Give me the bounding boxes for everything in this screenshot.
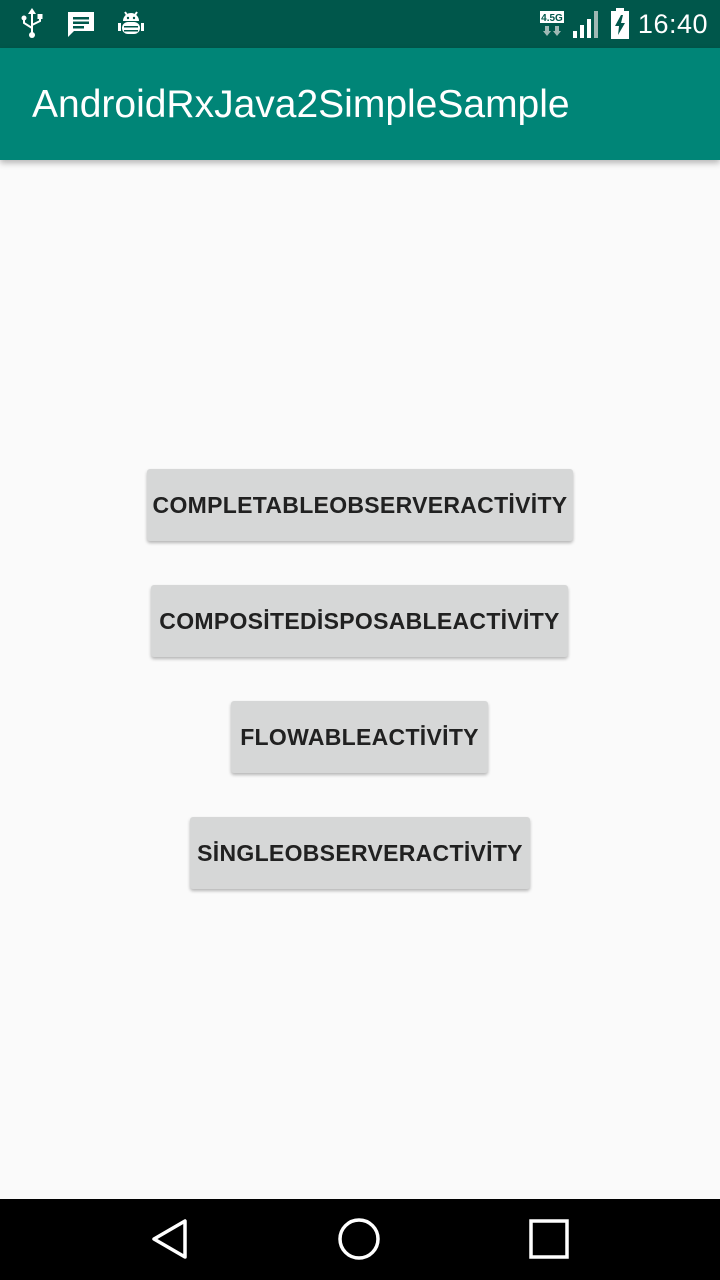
- network-type-label: 4.5G: [541, 13, 563, 24]
- completable-observer-activity-button[interactable]: COMPLETABLEOBSERVERACTİVİTY: [147, 469, 573, 541]
- status-bar: 4.5G 16:40: [0, 0, 720, 48]
- recents-button[interactable]: [525, 1215, 573, 1263]
- android-debug-icon: [118, 9, 144, 39]
- message-icon: [66, 10, 96, 38]
- status-icons-left: [20, 8, 144, 40]
- network-type-icon: 4.5G: [539, 9, 564, 39]
- single-observer-activity-button[interactable]: SİNGLEOBSERVERACTİVİTY: [190, 817, 530, 889]
- flowable-activity-button[interactable]: FLOWABLEACTİVİTY: [231, 701, 488, 773]
- recents-icon: [527, 1217, 571, 1261]
- main-content: COMPLETABLEOBSERVERACTİVİTY COMPOSİTEDİS…: [0, 160, 720, 1199]
- status-time: 16:40: [637, 8, 708, 39]
- status-icons-right: 4.5G 16:40: [539, 6, 708, 42]
- app-title: AndroidRxJava2SimpleSample: [32, 83, 570, 126]
- usb-icon: [20, 8, 44, 40]
- app-bar: AndroidRxJava2SimpleSample: [0, 48, 720, 160]
- navigation-bar: [0, 1199, 720, 1280]
- back-icon: [148, 1217, 192, 1261]
- home-button[interactable]: [335, 1215, 383, 1263]
- back-button[interactable]: [146, 1215, 194, 1263]
- home-icon: [336, 1216, 382, 1262]
- screen: 4.5G 16:40 AndroidRxJava2SimpleSample CO…: [0, 0, 720, 1280]
- battery-charging-icon: [610, 8, 630, 40]
- signal-icon: [572, 9, 602, 39]
- composite-disposable-activity-button[interactable]: COMPOSİTEDİSPOSABLEACTİVİTY: [151, 585, 568, 657]
